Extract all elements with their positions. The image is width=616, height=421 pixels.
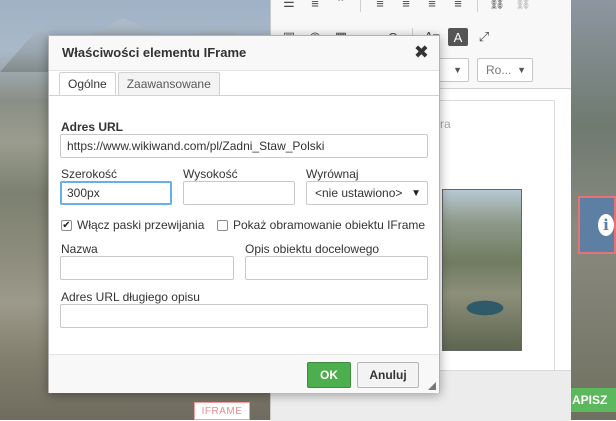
width-input[interactable]: 300px: [60, 181, 172, 205]
bg-color-icon[interactable]: A: [448, 28, 468, 46]
cancel-button[interactable]: Anuluj: [357, 362, 419, 388]
ok-button[interactable]: OK: [307, 362, 351, 388]
align-justify-icon[interactable]: ≡: [448, 0, 468, 12]
scrollbars-checkbox[interactable]: ✔: [61, 220, 72, 231]
font-size-select-value: Ro...: [486, 63, 512, 77]
resize-handle-icon[interactable]: [428, 382, 436, 390]
dialog-tabs: Ogólne Zaawansowane: [59, 72, 222, 96]
link-icon[interactable]: ⛓: [487, 0, 507, 12]
scrollbars-label: Włącz paski przewijania: [77, 218, 205, 232]
napisz-button[interactable]: APISZ: [566, 388, 616, 412]
longdesc-label: Adres URL długiego opisu: [61, 290, 200, 304]
info-box[interactable]: i: [578, 196, 616, 254]
align-center-icon[interactable]: ≡: [396, 0, 416, 12]
height-input[interactable]: [183, 181, 295, 205]
font-size-select[interactable]: Ro... ▼: [477, 58, 533, 82]
width-label: Szerokość: [61, 167, 118, 181]
align-right-icon[interactable]: ≡: [422, 0, 442, 12]
bulleted-list-icon[interactable]: ≡: [305, 0, 325, 12]
title-field-input[interactable]: [245, 256, 428, 280]
chevron-down-icon: ▼: [453, 65, 462, 75]
close-icon[interactable]: ✖: [414, 42, 429, 63]
align-select[interactable]: <nie ustawiono> ▼: [306, 181, 428, 205]
toolbar-separator: [360, 0, 361, 12]
content-text: ra: [440, 117, 451, 131]
checkmark-icon: ✔: [62, 220, 71, 231]
align-left-icon[interactable]: ≡: [370, 0, 390, 12]
iframe-badge: IFRAME: [194, 402, 250, 420]
chevron-down-icon: ▼: [517, 65, 526, 75]
tab-advanced[interactable]: Zaawansowane: [117, 72, 220, 96]
iframe-properties-dialog: Właściwości elementu IFrame ✖ Ogólne Zaa…: [48, 35, 440, 393]
maximize-icon[interactable]: ⤢: [474, 28, 494, 46]
border-checkbox[interactable]: [217, 220, 228, 231]
iframe-preview-image[interactable]: [442, 189, 522, 351]
numbered-list-icon[interactable]: ☰: [279, 0, 299, 12]
dialog-title: Właściwości elementu IFrame: [62, 45, 247, 60]
name-label: Nazwa: [61, 242, 98, 256]
dialog-header: Właściwości elementu IFrame ✖: [49, 36, 439, 71]
unlink-icon[interactable]: ⛓: [513, 0, 533, 12]
longdesc-input[interactable]: [60, 304, 428, 328]
title-field-label: Opis obiektu docelowego: [245, 242, 380, 256]
tab-general[interactable]: Ogólne: [59, 72, 116, 96]
name-input[interactable]: [60, 256, 234, 280]
chevron-down-icon: ▼: [411, 187, 421, 199]
align-label: Wyrównaj: [306, 167, 359, 181]
info-icon: i: [598, 214, 614, 236]
url-label: Adres URL: [61, 120, 124, 134]
tab-divider: [49, 95, 439, 96]
toolbar-separator: [477, 0, 478, 12]
dialog-footer: OK Anuluj: [49, 354, 439, 393]
align-select-value: <nie ustawiono>: [315, 186, 403, 200]
blockquote-icon[interactable]: ”: [331, 0, 351, 12]
border-label: Pokaż obramowanie obiektu IFrame: [233, 218, 426, 232]
url-input[interactable]: https://www.wikiwand.com/pl/Zadni_Staw_P…: [60, 134, 428, 158]
height-label: Wysokość: [183, 167, 238, 181]
